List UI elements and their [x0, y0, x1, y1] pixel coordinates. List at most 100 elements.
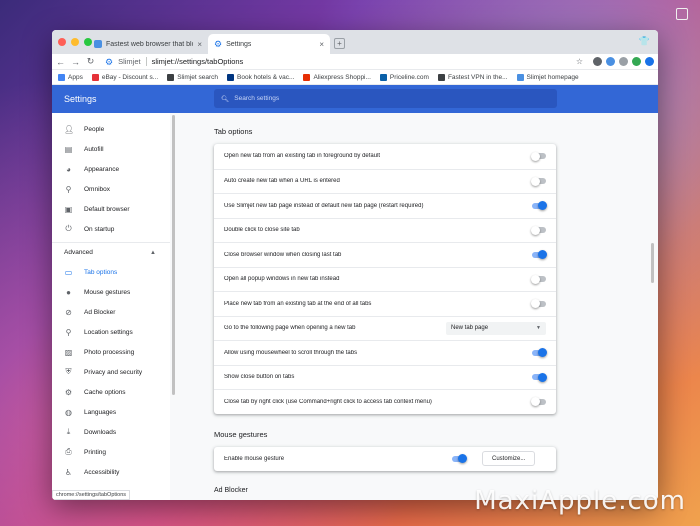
globe-icon: [167, 73, 175, 81]
sidebar-item-appearance[interactable]: ◕ Appearance: [52, 159, 170, 179]
sidebar-item-languages[interactable]: ◍ Languages: [52, 402, 170, 422]
forward-arrow-icon[interactable]: →: [71, 57, 80, 67]
extension-icon[interactable]: [619, 57, 628, 66]
reload-icon[interactable]: ↻: [86, 56, 95, 67]
settings-icon: ⚙: [105, 56, 114, 67]
omnibox-separator: [145, 57, 147, 66]
section-title-mouse-gestures: Mouse gestures: [214, 429, 268, 439]
section-title-tab-options: Tab options: [214, 127, 253, 136]
sidebar-item-photo-processing[interactable]: ▨ Photo processing: [52, 342, 170, 362]
close-tab-icon[interactable]: ×: [319, 40, 324, 49]
setting-label: Auto create new tab when a URL is entere…: [224, 178, 340, 185]
search-settings-input[interactable]: 🔍︎ Search settings: [214, 89, 557, 108]
sidebar-item-privacy[interactable]: ⛨ Privacy and security: [52, 362, 170, 382]
setting-toggle[interactable]: [531, 151, 546, 161]
accessibility-icon: ♿︎: [64, 467, 73, 477]
setting-toggle[interactable]: [531, 397, 546, 407]
home-icon[interactable]: [606, 57, 615, 66]
search-icon: ⚲: [65, 184, 72, 194]
sidebar-item-ad-blocker[interactable]: ⊘ Ad Blocker: [52, 302, 170, 322]
bookmark-item[interactable]: Slimjet search: [167, 73, 218, 81]
sidebar-item-label: Cache options: [84, 388, 126, 396]
setting-toggle[interactable]: [532, 250, 547, 260]
menu-icon[interactable]: [593, 57, 602, 66]
sidebar-item-label: Appearance: [84, 165, 120, 173]
setting-row: Double click to close site tab: [214, 217, 556, 243]
photo-icon: ▨: [64, 347, 73, 357]
setting-toggle[interactable]: [531, 274, 546, 284]
sidebar-item-downloads[interactable]: ⤓ Downloads: [52, 422, 170, 442]
main-scrollbar[interactable]: [651, 243, 654, 283]
setting-toggle[interactable]: [532, 372, 547, 382]
sidebar-item-tab-options[interactable]: ▭ Tab options: [52, 262, 170, 282]
booking-icon: [227, 73, 235, 81]
address-bar[interactable]: ⚙ Slimjet slimjet://settings/tabOptions …: [101, 56, 587, 68]
mouse-gesture-toggle[interactable]: [452, 454, 467, 463]
sidebar-item-label: Privacy and security: [84, 368, 143, 376]
sidebar-item-accessibility[interactable]: ♿︎ Accessibility: [52, 462, 170, 482]
close-tab-icon[interactable]: ×: [197, 40, 202, 49]
bookmark-label: Aliexpress Shoppi...: [313, 73, 371, 81]
omnibox-brand: Slimjet: [118, 57, 141, 66]
bookmarks-bar: Apps eBay - Discount s... Slimjet search…: [52, 70, 658, 85]
bookmark-item[interactable]: Slimjet homepage: [516, 73, 579, 81]
setting-toggle[interactable]: [531, 225, 546, 235]
sidebar-item-omnibox[interactable]: ⚲ Omnibox: [52, 179, 170, 199]
settings-content: 👤︎ People ▤ Autofill ◕ Appearance ⚲ Omnibox …: [52, 113, 658, 500]
sidebar-item-people[interactable]: 👤︎ People: [52, 119, 170, 139]
bookmark-star-icon[interactable]: ☆: [576, 57, 583, 66]
sidebar-item-label: Mouse gestures: [84, 288, 131, 296]
setting-toggle[interactable]: [531, 299, 546, 309]
palette-icon: ◕: [66, 164, 71, 174]
tab-strip: Fastest web browser that blocks × ⚙ Sett…: [52, 30, 658, 54]
sidebar: 👤︎ People ▤ Autofill ◕ Appearance ⚲ Omnibox …: [52, 113, 175, 500]
sidebar-item-cache-options[interactable]: ⚙ Cache options: [52, 382, 170, 402]
omnibox-url: slimjet://settings/tabOptions: [151, 57, 244, 66]
sidebar-item-on-startup[interactable]: ⏻ On startup: [52, 219, 170, 239]
tab-fastest-browser[interactable]: Fastest web browser that blocks ×: [88, 34, 208, 54]
power-icon: ⏻: [65, 224, 72, 233]
gear-icon: ⚙: [64, 387, 73, 397]
sidebar-item-label: Photo processing: [84, 348, 135, 356]
bookmark-item[interactable]: Fastest VPN in the...: [437, 73, 508, 81]
setting-row: Use Slimjet new tab page instead of defa…: [214, 193, 556, 218]
extension-icon[interactable]: [632, 57, 641, 66]
main-panel: Tab options Open new tab from an existin…: [170, 113, 658, 500]
setting-row: Place new tab from an existing tab at th…: [214, 291, 556, 316]
profile-icon[interactable]: 👕: [639, 36, 650, 47]
setting-label: Close browser window when closing last t…: [224, 251, 342, 258]
slimjet-icon: [516, 73, 524, 81]
sidebar-advanced-toggle[interactable]: Advanced ▲: [52, 242, 170, 262]
setting-label: Close tab by right click (use Command+ri…: [224, 398, 432, 405]
sidebar-item-location-settings[interactable]: ⚲ Location settings: [52, 322, 170, 342]
sidebar-item-default-browser[interactable]: ▣ Default browser: [52, 199, 170, 219]
setting-row: Allow using mousewheel to scroll through…: [214, 340, 556, 365]
new-tab-page-select[interactable]: New tab page ▼: [446, 321, 546, 335]
bookmark-item[interactable]: eBay - Discount s...: [91, 73, 158, 81]
setting-toggle[interactable]: [532, 201, 547, 211]
bookmark-item[interactable]: Book hotels & vac...: [227, 73, 294, 81]
sidebar-item-autofill[interactable]: ▤ Autofill: [52, 139, 170, 159]
ebay-icon: [91, 73, 99, 81]
setting-row: Close browser window when closing last t…: [214, 242, 556, 267]
setting-toggle[interactable]: [532, 348, 547, 358]
bookmark-item[interactable]: Aliexpress Shoppi...: [303, 73, 371, 81]
back-arrow-icon[interactable]: ←: [56, 57, 65, 67]
sidebar-item-label: Omnibox: [84, 185, 111, 193]
setting-toggle[interactable]: [531, 176, 546, 186]
sidebar-item-label: On startup: [84, 225, 115, 233]
settings-header: Settings 🔍︎ Search settings: [52, 85, 658, 113]
setting-row: Show close button on tabs: [214, 364, 556, 390]
tab-settings[interactable]: ⚙ Settings ×: [208, 34, 330, 54]
bookmark-item[interactable]: Priceline.com: [379, 73, 429, 81]
sidebar-item-mouse-gestures[interactable]: ● Mouse gestures: [52, 282, 170, 302]
sidebar-item-printing[interactable]: ⎙ Printing: [52, 442, 170, 462]
slimjet-menu-icon[interactable]: [645, 57, 654, 66]
setting-label: Place new tab from an existing tab at th…: [224, 300, 372, 307]
toolbar: ← → ↻ ⚙ Slimjet slimjet://settings/tabOp…: [52, 54, 658, 70]
new-tab-button[interactable]: +: [334, 38, 345, 49]
minimize-window-button[interactable]: [71, 38, 79, 46]
customize-button[interactable]: Customize...: [482, 451, 536, 466]
close-window-button[interactable]: [58, 38, 66, 46]
bookmark-item[interactable]: Apps: [58, 73, 83, 81]
